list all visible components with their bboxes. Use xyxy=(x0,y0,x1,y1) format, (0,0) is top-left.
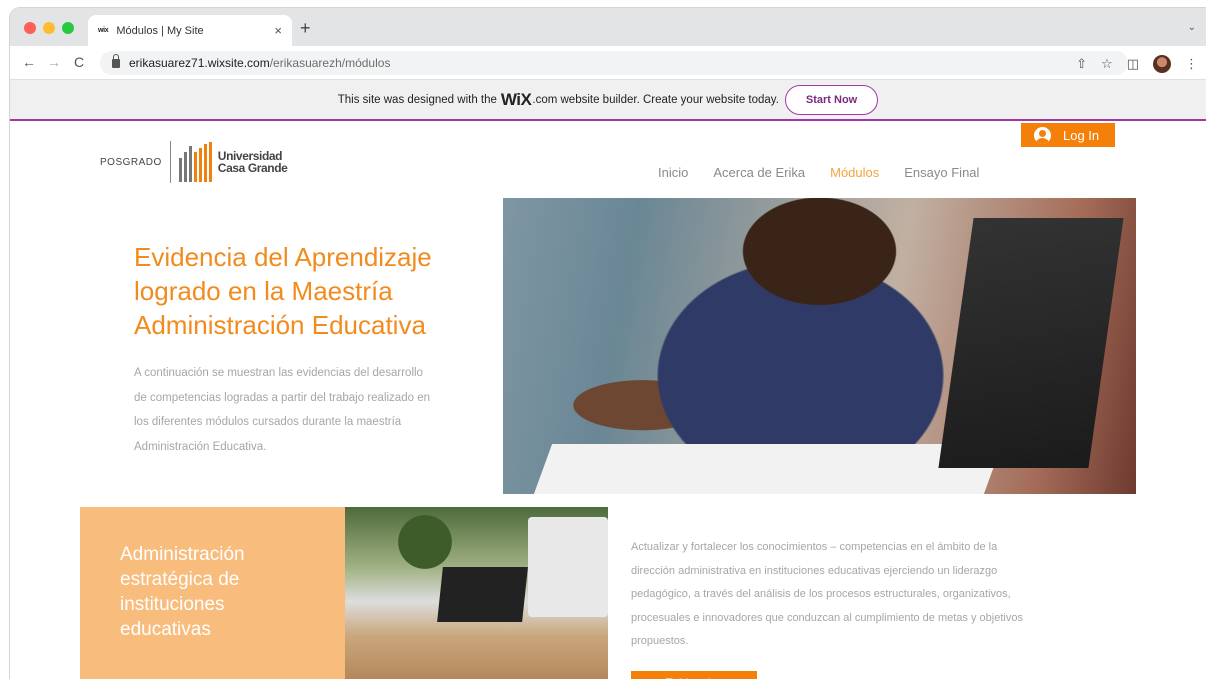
minimize-window-button[interactable] xyxy=(43,22,55,34)
module-description: Actualizar y fortalecer los conocimiento… xyxy=(631,541,1023,647)
logo-bars-icon xyxy=(178,142,212,182)
wix-banner-text-before: This site was designed with the xyxy=(337,93,497,106)
hero-image xyxy=(503,198,1136,494)
hero-paper xyxy=(533,444,1003,494)
logo-text: Universidad Casa Grande xyxy=(218,150,288,174)
site-page: Log In POSGRADO Universidad Casa Grande … xyxy=(10,123,1206,679)
logo-line2: Casa Grande xyxy=(217,161,288,175)
maximize-window-button[interactable] xyxy=(62,22,74,34)
sidepanel-icon[interactable]: ◫ xyxy=(1127,56,1139,72)
reload-icon[interactable]: C xyxy=(74,54,84,70)
module-card: Administración estratégica de institucio… xyxy=(80,507,346,679)
module-image xyxy=(345,507,608,679)
hero-laptop xyxy=(938,218,1124,468)
new-tab-button[interactable]: + xyxy=(300,18,311,39)
tab-close-icon[interactable]: × xyxy=(274,23,282,38)
tab-strip: wix Módulos | My Site × + ⌄ xyxy=(10,8,1206,46)
back-icon[interactable]: ← xyxy=(22,54,36,70)
nav-item-inicio[interactable]: Inicio xyxy=(658,165,688,180)
hero-title: Evidencia del Aprendizaje logrado en la … xyxy=(134,242,432,340)
logo-posgrado: POSGRADO xyxy=(100,156,162,168)
start-now-button[interactable]: Start Now xyxy=(784,84,879,115)
main-nav: Inicio Acerca de Erika Módulos Ensayo Fi… xyxy=(658,165,979,180)
nav-item-acerca[interactable]: Acerca de Erika xyxy=(713,165,805,180)
user-icon xyxy=(1034,126,1051,144)
browser-toolbar: ← → C erikasuarez71.wixsite.com/erikasua… xyxy=(10,46,1206,80)
tab-title: Módulos | My Site xyxy=(116,24,204,37)
evidencias-button[interactable]: Evidencias xyxy=(631,671,757,679)
module-title: Administración estratégica de institucio… xyxy=(120,544,245,640)
module-monitor xyxy=(528,517,608,617)
star-icon[interactable]: ☆ xyxy=(1101,56,1113,72)
tab-search-icon[interactable]: ⌄ xyxy=(1188,22,1196,33)
logo-divider xyxy=(169,141,171,183)
nav-item-modulos[interactable]: Módulos xyxy=(830,165,879,180)
login-button[interactable]: Log In xyxy=(1021,123,1115,147)
menu-icon[interactable]: ⋮ xyxy=(1185,56,1198,72)
module-laptop xyxy=(437,567,528,622)
lock-icon[interactable] xyxy=(112,53,120,68)
site-logo[interactable]: POSGRADO Universidad Casa Grande xyxy=(100,141,288,183)
wix-favicon-icon: wix xyxy=(98,27,109,34)
address-bar[interactable]: erikasuarez71.wixsite.com/erikasuarezh/m… xyxy=(100,51,1128,75)
wix-banner-text-after: .com website builder. Create your websit… xyxy=(532,93,779,106)
avatar[interactable] xyxy=(1153,55,1171,73)
share-icon[interactable]: ⇧ xyxy=(1076,56,1087,72)
browser-tab[interactable]: wix Módulos | My Site × xyxy=(88,15,292,46)
hero-description: A continuación se muestran las evidencia… xyxy=(134,367,430,453)
url-path: /erikasuarezh/módulos xyxy=(269,56,391,70)
forward-icon[interactable]: → xyxy=(47,54,61,70)
toolbar-icons: ⇧ ☆ ◫ ⋮ xyxy=(1076,55,1198,73)
close-window-button[interactable] xyxy=(24,22,36,34)
url-host: erikasuarez71.wixsite.com xyxy=(129,56,270,70)
browser-window: wix Módulos | My Site × + ⌄ ← → C erikas… xyxy=(10,8,1206,679)
wix-logo: WiX xyxy=(500,89,532,109)
login-label: Log In xyxy=(1063,127,1100,143)
nav-item-ensayo[interactable]: Ensayo Final xyxy=(904,165,979,180)
wix-banner: This site was designed with the WiX .com… xyxy=(10,80,1206,121)
